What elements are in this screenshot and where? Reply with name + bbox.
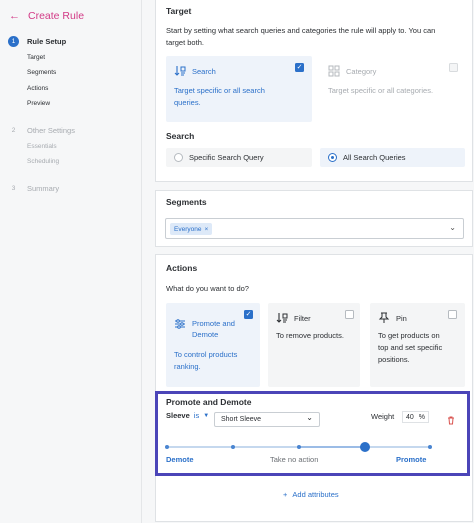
segments-select[interactable]: Everyone × ⌄ [165, 218, 464, 239]
step-number: 2 [11, 127, 16, 134]
slider-label-demote: Demote [166, 455, 194, 464]
weight-value: 40 [406, 413, 414, 421]
search-title: Search [166, 131, 195, 141]
chip-label: Everyone [174, 225, 202, 233]
add-attributes-label: Add attributes [292, 490, 339, 499]
actions-question: What do you want to do? [166, 284, 249, 293]
value-dropdown-label: Short Sleeve [221, 416, 262, 423]
promote-demote-panel: Promote and Demote Sleeve is ▼ Short Sle… [155, 391, 470, 476]
slider-fill [298, 446, 365, 448]
radio-specific-search-query[interactable]: Specific Search Query [166, 148, 312, 167]
action-option-promote-demote[interactable]: Promote and Demote ✓ To control products… [166, 303, 260, 387]
option-desc-line2: top and set specific [378, 343, 443, 352]
slider-label-promote: Promote [396, 455, 427, 464]
slider-label-neutral: Take no action [270, 455, 319, 464]
option-desc-line1: Target specific or all categories. [328, 86, 434, 95]
weight-unit: % [418, 413, 425, 421]
trash-icon[interactable] [446, 415, 456, 425]
caret-down-icon[interactable]: ▼ [203, 413, 209, 419]
option-label: Search [192, 66, 216, 76]
radio-dot [174, 153, 183, 162]
action-option-filter[interactable]: Filter To remove products. [268, 303, 360, 387]
option-label: Category [346, 66, 377, 76]
step-summary[interactable]: 3 Summary [8, 183, 59, 194]
attribute-selector[interactable]: Sleeve is ▼ [166, 411, 209, 420]
action-option-pin[interactable]: Pin To get products on top and set speci… [370, 303, 465, 387]
filter-checkbox[interactable] [345, 310, 354, 319]
slider-tick [428, 445, 432, 449]
step-other-settings[interactable]: 2 Other Settings [8, 125, 75, 136]
option-desc-line1: Target specific or all search [174, 86, 265, 95]
substep-target[interactable]: Target [27, 54, 45, 61]
back-arrow-icon: ← [9, 9, 20, 22]
operator-dropdown[interactable]: is [194, 411, 199, 420]
option-desc-line3: positions. [378, 355, 410, 364]
option-desc-line2: queries. [174, 98, 201, 107]
substep-actions[interactable]: Actions [27, 85, 48, 92]
slider-thumb[interactable] [359, 442, 370, 452]
promote-demote-checkbox[interactable]: ✓ [244, 310, 253, 319]
option-desc-line1: To get products on [378, 331, 440, 340]
sidebar: ← Create Rule 1 Rule Setup Target Segmen… [0, 0, 142, 523]
weight-input[interactable]: 40 % [402, 411, 429, 423]
target-description-line1: Start by setting what search queries and… [166, 26, 436, 35]
target-title: Target [166, 6, 192, 16]
actions-title: Actions [166, 263, 198, 273]
category-grid-icon [328, 65, 340, 77]
pin-icon [378, 312, 390, 323]
main-content: Target Start by setting what search quer… [155, 0, 474, 523]
radio-label: Specific Search Query [189, 153, 264, 162]
add-attributes-button[interactable]: + Add attributes [283, 490, 339, 499]
option-desc-line1: To control products [174, 350, 238, 359]
target-card: Target Start by setting what search quer… [155, 0, 473, 182]
option-label-line2: Demote [192, 330, 219, 339]
option-label-line1: Promote and [192, 319, 235, 328]
step-number: 3 [11, 185, 16, 192]
option-label: Filter [294, 313, 311, 323]
value-dropdown[interactable]: Short Sleeve ⌄ [214, 412, 320, 427]
page-title: Create Rule [28, 10, 85, 22]
sliders-icon [175, 319, 185, 329]
search-sort-icon [174, 66, 186, 76]
substep-essentials[interactable]: Essentials [27, 143, 57, 150]
option-desc-line1: To remove products. [276, 331, 344, 340]
category-checkbox[interactable] [449, 63, 458, 72]
step-rule-setup[interactable]: 1 Rule Setup [8, 36, 66, 47]
pin-checkbox[interactable] [448, 310, 457, 319]
step-number: 1 [8, 36, 19, 47]
substep-segments[interactable]: Segments [27, 69, 56, 76]
target-description-line2: target both. [166, 38, 204, 47]
substep-scheduling[interactable]: Scheduling [27, 158, 59, 165]
slider-tick [231, 445, 235, 449]
promote-demote-title: Promote and Demote [166, 397, 252, 407]
segments-title: Segments [166, 197, 207, 207]
option-desc-line2: ranking. [174, 362, 201, 371]
step-label: Other Settings [27, 126, 75, 135]
option-label: Pin [396, 313, 407, 323]
target-option-category[interactable]: Category Target specific or all categori… [320, 56, 465, 122]
back-button[interactable]: ← Create Rule [9, 10, 84, 22]
radio-all-search-queries[interactable]: All Search Queries [320, 148, 465, 167]
slider-tick [297, 445, 301, 449]
actions-card: Actions What do you want to do? Promote … [155, 254, 473, 522]
attribute-name: Sleeve [166, 411, 190, 420]
step-label: Summary [27, 184, 60, 193]
step-label: Rule Setup [27, 37, 67, 46]
chip-remove-icon[interactable]: × [204, 226, 208, 233]
radio-dot [328, 153, 337, 162]
substep-preview[interactable]: Preview [27, 100, 50, 107]
search-checkbox[interactable]: ✓ [295, 63, 304, 72]
weight-label: Weight [371, 412, 395, 421]
segment-chip: Everyone × [170, 223, 213, 235]
radio-label: All Search Queries [343, 153, 406, 162]
slider-tick [165, 445, 169, 449]
chevron-down-icon: ⌄ [306, 413, 313, 422]
target-option-search[interactable]: Search ✓ Target specific or all search q… [166, 56, 312, 122]
filter-sort-icon [276, 313, 288, 323]
plus-icon: + [283, 490, 288, 499]
chevron-down-icon[interactable]: ⌄ [449, 223, 456, 232]
